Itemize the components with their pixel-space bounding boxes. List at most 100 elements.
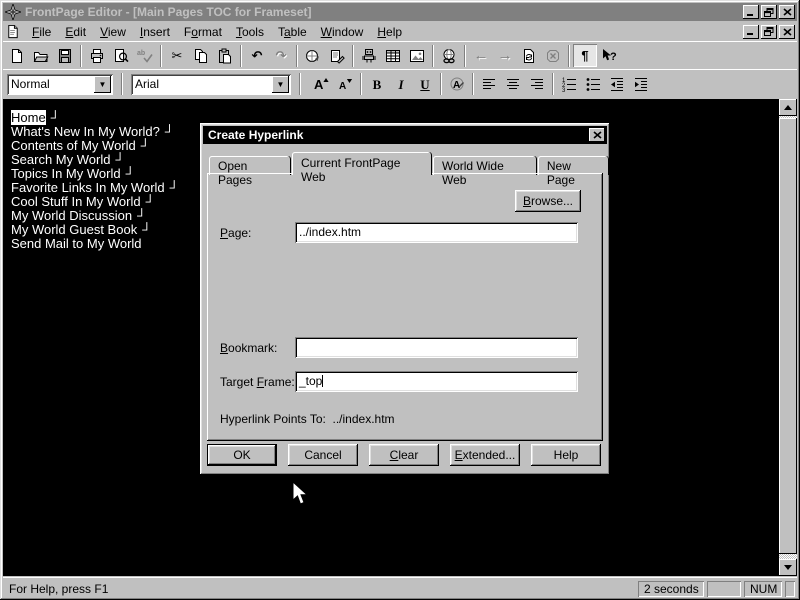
show-format-marks-button[interactable]: ¶ — [573, 44, 597, 67]
cancel-button[interactable]: Cancel — [288, 444, 358, 466]
cut-scissors-icon: ✂ — [172, 49, 183, 62]
insert-image-button[interactable] — [405, 44, 429, 67]
line-break-mark: ┘ — [146, 194, 155, 209]
undo-button[interactable]: ↶ — [245, 44, 269, 67]
style-dropdown-arrow-icon[interactable]: ▼ — [94, 76, 111, 93]
align-left-icon — [481, 76, 497, 92]
numbered-list-button[interactable]: 123 — [557, 73, 581, 96]
scrollbar-thumb[interactable] — [779, 118, 797, 554]
menu-format[interactable]: Format — [177, 23, 229, 41]
menu-insert[interactable]: Insert — [133, 23, 177, 41]
document-restore-button[interactable] — [761, 25, 777, 39]
document-system-icon[interactable] — [5, 24, 21, 39]
doc-link-discussion[interactable]: My World Discussion┘ — [11, 209, 179, 223]
doc-link-whats-new[interactable]: What's New In My World?┘ — [11, 125, 179, 139]
forward-button[interactable]: → — [493, 44, 517, 67]
create-hyperlink-button[interactable] — [437, 44, 461, 67]
menu-view[interactable]: View — [93, 23, 133, 41]
refresh-button[interactable] — [517, 44, 541, 67]
doc-link-favorite-links[interactable]: Favorite Links In My World┘ — [11, 181, 179, 195]
table-icon — [385, 48, 401, 64]
toolbar-separator — [160, 45, 162, 67]
menu-tools[interactable]: Tools — [229, 23, 271, 41]
dialog-button-row: OK Cancel Clear Extended... Help — [207, 444, 603, 466]
bulleted-list-button[interactable] — [581, 73, 605, 96]
help-button[interactable]: Help — [531, 444, 601, 466]
increase-indent-icon — [633, 76, 649, 92]
open-button[interactable] — [29, 44, 53, 67]
paste-clipboard-icon — [217, 48, 233, 64]
check-spelling-button[interactable]: ab — [133, 44, 157, 67]
ok-button[interactable]: OK — [207, 444, 277, 466]
font-dropdown-arrow-icon[interactable]: ▼ — [272, 76, 289, 93]
doc-link-cool-stuff[interactable]: Cool Stuff In My World┘ — [11, 195, 179, 209]
vertical-scrollbar[interactable] — [779, 99, 797, 576]
cut-button[interactable]: ✂ — [165, 44, 189, 67]
menu-window[interactable]: Window — [314, 23, 371, 41]
font-combo[interactable]: Arial ▼ — [131, 74, 291, 95]
doc-link-search[interactable]: Search My World┘ — [11, 153, 179, 167]
paste-button[interactable] — [213, 44, 237, 67]
italic-button[interactable]: I — [389, 73, 413, 96]
redo-button[interactable]: ↷ — [269, 44, 293, 67]
stop-button[interactable] — [541, 44, 565, 67]
toolbar-separator — [121, 73, 123, 95]
dialog-close-button[interactable] — [589, 128, 605, 142]
bold-button[interactable]: B — [365, 73, 389, 96]
text-color-button[interactable]: A — [445, 73, 469, 96]
extended-button[interactable]: Extended... — [450, 444, 520, 466]
numbered-list-icon: 123 — [561, 76, 577, 92]
save-button[interactable] — [53, 44, 77, 67]
document-text: Home┘ What's New In My World?┘ Contents … — [11, 111, 179, 251]
tab-panel — [207, 173, 603, 441]
toolbar-separator — [432, 45, 434, 67]
doc-link-contents[interactable]: Contents of My World┘ — [11, 139, 179, 153]
paragraph-style-combo[interactable]: Normal ▼ — [7, 74, 113, 95]
help-pointer-icon: ? — [601, 48, 617, 64]
minimize-button[interactable] — [743, 5, 759, 19]
align-left-button[interactable] — [477, 73, 501, 96]
show-todo-list-button[interactable] — [325, 44, 349, 67]
menu-file[interactable]: File — [25, 23, 58, 41]
clear-button[interactable]: Clear — [369, 444, 439, 466]
title-bar[interactable]: FrontPage Editor - [Main Pages TOC for F… — [3, 3, 797, 21]
restore-button[interactable] — [761, 5, 777, 19]
hyperlink-globe-icon — [441, 48, 457, 64]
increase-text-size-button[interactable]: A — [309, 73, 333, 96]
increase-indent-button[interactable] — [629, 73, 653, 96]
back-button[interactable]: ← — [469, 44, 493, 67]
align-right-button[interactable] — [525, 73, 549, 96]
doc-link-send-mail[interactable]: Send Mail to My World — [11, 237, 179, 251]
webbot-robot-icon — [361, 48, 377, 64]
document-close-button[interactable] — [779, 25, 795, 39]
close-button[interactable] — [779, 5, 795, 19]
underline-button[interactable]: U — [413, 73, 437, 96]
print-preview-button[interactable] — [109, 44, 133, 67]
insert-webbot-button[interactable] — [357, 44, 381, 67]
menu-help[interactable]: Help — [370, 23, 409, 41]
scroll-up-button[interactable] — [779, 99, 797, 116]
doc-link-guest-book[interactable]: My World Guest Book┘ — [11, 223, 179, 237]
print-button[interactable] — [85, 44, 109, 67]
copy-button[interactable] — [189, 44, 213, 67]
document-minimize-button[interactable] — [743, 25, 759, 39]
standard-toolbar: ab ✂ ↶ ↷ ← → ¶ ? — [3, 41, 797, 69]
doc-link-topics[interactable]: Topics In My World┘ — [11, 167, 179, 181]
dialog-title-bar[interactable]: Create Hyperlink — [203, 126, 607, 144]
menu-edit[interactable]: Edit — [58, 23, 93, 41]
scroll-down-button[interactable] — [779, 559, 797, 576]
align-center-icon — [505, 76, 521, 92]
align-center-button[interactable] — [501, 73, 525, 96]
decrease-indent-button[interactable] — [605, 73, 629, 96]
show-frontpage-explorer-button[interactable] — [301, 44, 325, 67]
copy-icon — [193, 48, 209, 64]
menu-table[interactable]: Table — [271, 23, 314, 41]
decrease-text-size-button[interactable]: A — [333, 73, 357, 96]
toolbar-separator — [80, 45, 82, 67]
help-pointer-button[interactable]: ? — [597, 44, 621, 67]
new-page-button[interactable] — [5, 44, 29, 67]
insert-table-button[interactable] — [381, 44, 405, 67]
toolbar-separator — [552, 73, 554, 95]
tab-current-frontpage-web[interactable]: Current FrontPage Web — [292, 152, 432, 175]
doc-link-home[interactable]: Home┘ — [11, 111, 179, 125]
